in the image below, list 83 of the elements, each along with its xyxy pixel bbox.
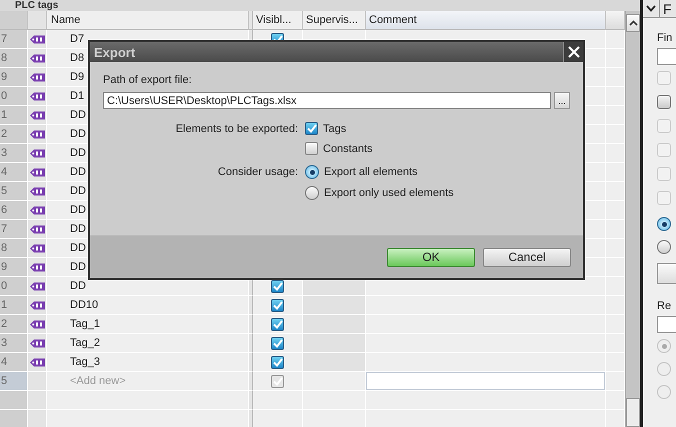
scroll-up-button[interactable] — [626, 14, 640, 32]
visible-checkbox[interactable] — [271, 280, 284, 292]
table-cell — [0, 410, 28, 427]
tag-name: D9 — [70, 71, 84, 83]
table-cell — [28, 410, 47, 427]
option-checkbox[interactable] — [657, 95, 671, 109]
tag-name: D1 — [70, 90, 84, 102]
tag-name: Tag_3 — [70, 356, 100, 368]
close-icon — [568, 46, 580, 58]
browse-button[interactable]: ... — [554, 92, 570, 109]
row-number: 4 — [0, 163, 28, 182]
row-number: 0 — [0, 87, 28, 106]
scroll-thumb[interactable] — [626, 398, 640, 427]
section-title: F — [662, 0, 672, 16]
path-label: Path of export file: — [103, 74, 193, 86]
usage-label: Consider usage: — [216, 165, 298, 180]
visible-checkbox[interactable] — [271, 356, 284, 368]
tag-name: DD — [70, 166, 86, 178]
row-number: 6 — [0, 201, 28, 220]
table-cell — [303, 391, 366, 410]
visible-checkbox[interactable] — [271, 318, 284, 330]
tag-name: Tag_1 — [70, 318, 100, 330]
radio-label: Export only used elements — [324, 187, 454, 199]
row-number: 2 — [0, 125, 28, 144]
element-checkbox[interactable] — [305, 122, 318, 135]
elements-label: Elements to be exported: — [174, 122, 298, 137]
tag-name: DD — [70, 280, 86, 292]
visible-checkbox[interactable] — [271, 374, 284, 388]
element-checkbox[interactable] — [305, 142, 318, 155]
tag-name: DD — [70, 223, 86, 235]
column-header[interactable]: Name — [47, 11, 249, 30]
tag-name: DD — [70, 128, 86, 140]
close-button[interactable] — [563, 42, 583, 62]
tag-name: DD — [70, 109, 86, 121]
column-header — [249, 11, 253, 30]
row-number: 9 — [0, 258, 28, 277]
row-number: 3 — [0, 334, 28, 353]
usage-radio[interactable] — [305, 186, 319, 200]
row-number: 9 — [0, 68, 28, 87]
cancel-button[interactable]: Cancel — [483, 248, 571, 266]
direction-radio[interactable] — [657, 240, 671, 254]
column-header — [606, 11, 625, 30]
column-header[interactable]: Visibl... — [253, 11, 303, 30]
row-number: 7 — [0, 220, 28, 239]
checkbox-label: Constants — [323, 142, 373, 154]
chevron-down-icon — [646, 5, 656, 12]
dialog-title: Export — [94, 44, 136, 60]
row-number: 5 — [0, 372, 28, 391]
tag-name: Tag_2 — [70, 337, 100, 349]
panel-title: PLC tags — [0, 0, 640, 11]
replace-label: Re — [657, 300, 672, 312]
tag-name: DD — [70, 242, 86, 254]
column-header[interactable]: Supervis... — [303, 11, 366, 30]
tag-name: D8 — [70, 52, 84, 64]
tag-name: DD — [70, 261, 86, 273]
tag-name: DD10 — [70, 299, 98, 311]
row-number: 2 — [0, 315, 28, 334]
vertical-scrollbar[interactable] — [625, 11, 640, 427]
radio-label: Export all elements — [324, 166, 418, 178]
row-number: 1 — [0, 106, 28, 125]
row-number: 3 — [0, 144, 28, 163]
row-number: 0 — [0, 277, 28, 296]
row-number: 4 — [0, 353, 28, 372]
row-number: 1 — [0, 296, 28, 315]
ok-button[interactable]: OK — [387, 248, 475, 266]
table-cell — [28, 391, 47, 410]
column-header[interactable]: Comment — [366, 11, 606, 30]
tag-name: DD — [70, 185, 86, 197]
tag-name: D7 — [70, 33, 84, 45]
visible-checkbox[interactable] — [271, 336, 284, 350]
row-number: 7 — [0, 30, 28, 49]
find-label: Fin — [657, 32, 672, 44]
row-number: 8 — [0, 49, 28, 68]
tag-name: DD — [70, 147, 86, 159]
row-number: 5 — [0, 182, 28, 201]
visible-checkbox[interactable] — [271, 298, 284, 312]
table-cell — [0, 391, 28, 410]
path-field[interactable]: C:\Users\USER\Desktop\PLCTags.xlsx — [103, 92, 552, 109]
usage-radio[interactable] — [305, 165, 319, 179]
checkbox-label: Tags — [323, 122, 346, 134]
tag-name: DD — [70, 204, 86, 216]
direction-radio[interactable] — [657, 217, 671, 231]
row-number: 8 — [0, 239, 28, 258]
